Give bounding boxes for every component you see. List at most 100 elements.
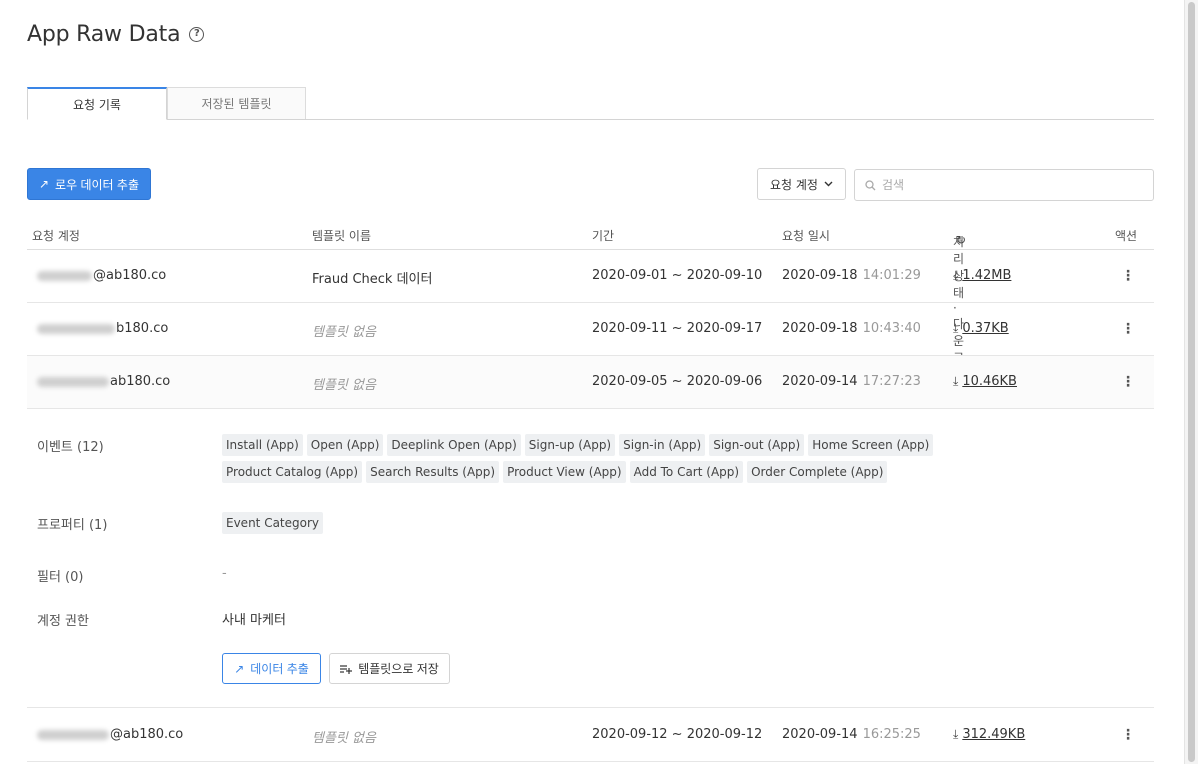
- title-row: App Raw Data ?: [27, 22, 205, 47]
- blurred-account-prefix: [37, 323, 115, 334]
- template-cell: 템플릿 없음: [312, 325, 376, 340]
- tab-request-history[interactable]: 요청 기록: [27, 87, 167, 120]
- download-icon: ⤓: [953, 321, 959, 335]
- account-text: ab180.co: [110, 374, 171, 389]
- requested-at-cell: 2020-09-18 10:43:40: [782, 321, 921, 336]
- playlist-add-icon: [340, 664, 353, 674]
- header-template: 템플릿 이름: [312, 229, 372, 243]
- save-as-template-label: 템플릿으로 저장: [358, 662, 439, 676]
- table-row-expanded[interactable]: ab180.co 템플릿 없음 2020-09-05 ~ 2020-09-06 …: [27, 356, 1154, 409]
- requested-at-cell: 2020-09-18 14:01:29: [782, 268, 921, 283]
- tab-saved-templates[interactable]: 저장된 템플릿: [167, 87, 306, 119]
- arrow-up-right-icon: ↗: [234, 661, 245, 676]
- blurred-account-prefix: [37, 729, 109, 740]
- events-chip-list: Install (App) Open (App) Deeplink Open (…: [222, 434, 1042, 483]
- arrow-up-right-icon: ↗: [38, 177, 50, 191]
- save-as-template-button[interactable]: 템플릿으로 저장: [329, 653, 450, 684]
- extract-raw-data-label: 로우 데이터 추출: [55, 177, 139, 192]
- period-cell: 2020-09-05 ~ 2020-09-06: [592, 374, 763, 389]
- search-input[interactable]: [882, 178, 1132, 192]
- event-chip: Home Screen (App): [808, 434, 934, 456]
- account-text: b180.co: [116, 321, 169, 336]
- download-link[interactable]: 312.49KB: [962, 727, 1025, 742]
- more-options-icon[interactable]: ⋮: [1121, 321, 1135, 337]
- refresh-icon[interactable]: ↻: [956, 233, 966, 247]
- download-icon: ⤓: [953, 268, 959, 282]
- scrollbar-thumb[interactable]: [1188, 2, 1195, 762]
- filter-label: 필터 (0): [37, 570, 84, 585]
- extract-raw-data-button[interactable]: ↗ 로우 데이터 추출: [27, 168, 151, 200]
- account-cell: @ab180.co: [37, 727, 183, 742]
- page-scrollbar[interactable]: [1184, 0, 1198, 764]
- more-options-icon[interactable]: ⋮: [1121, 268, 1135, 284]
- period-cell: 2020-09-12 ~ 2020-09-12: [592, 727, 763, 742]
- download-cell: ⤓ 10.46KB: [953, 374, 1017, 389]
- template-cell: Fraud Check 데이터: [312, 272, 433, 287]
- account-cell: @ab180.co: [37, 268, 166, 283]
- header-action: 액션: [1115, 229, 1138, 243]
- filter-value: -: [222, 566, 227, 581]
- request-time: 10:43:40: [862, 321, 921, 336]
- table-row[interactable]: b180.co 템플릿 없음 2020-09-11 ~ 2020-09-17 2…: [27, 303, 1154, 356]
- period-cell: 2020-09-01 ~ 2020-09-10: [592, 268, 763, 283]
- period-cell: 2020-09-11 ~ 2020-09-17: [592, 321, 763, 336]
- header-period: 기간: [592, 229, 615, 243]
- help-circle-icon[interactable]: ?: [189, 27, 205, 42]
- event-chip: Product View (App): [503, 461, 626, 483]
- event-chip: Sign-up (App): [524, 434, 616, 456]
- event-chip: Add To Cart (App): [629, 461, 744, 483]
- download-icon: ⤓: [953, 374, 959, 388]
- request-date: 2020-09-14: [782, 727, 858, 742]
- requested-at-cell: 2020-09-14 17:27:23: [782, 374, 921, 389]
- events-label: 이벤트 (12): [37, 440, 104, 455]
- event-chip: Deeplink Open (App): [387, 434, 521, 456]
- download-link[interactable]: 0.37KB: [962, 321, 1008, 336]
- event-chip: Search Results (App): [366, 461, 500, 483]
- download-cell: ⤓ 312.49KB: [953, 727, 1025, 742]
- request-time: 14:01:29: [862, 268, 921, 283]
- header-account: 요청 계정: [32, 229, 80, 243]
- requested-at-cell: 2020-09-14 16:25:25: [782, 727, 921, 742]
- download-cell: ⤓ 1.42MB: [953, 268, 1011, 283]
- permission-value: 사내 마케터: [222, 613, 286, 628]
- event-chip: Product Catalog (App): [222, 461, 363, 483]
- download-icon: ⤓: [953, 727, 959, 741]
- extract-data-label: 데이터 추출: [250, 662, 309, 676]
- request-date: 2020-09-18: [782, 268, 858, 283]
- blurred-account-prefix: [37, 270, 92, 281]
- more-options-icon[interactable]: ⋮: [1121, 727, 1135, 743]
- template-cell: 템플릿 없음: [312, 731, 376, 746]
- extract-data-button[interactable]: ↗ 데이터 추출: [222, 653, 321, 684]
- account-cell: ab180.co: [37, 374, 170, 389]
- table-row[interactable]: @ab180.co 템플릿 없음 2020-09-12 ~ 2020-09-12…: [27, 709, 1154, 762]
- search-box[interactable]: [854, 169, 1154, 201]
- request-time: 16:25:25: [862, 727, 921, 742]
- download-link[interactable]: 10.46KB: [962, 374, 1017, 389]
- download-cell: ⤓ 0.37KB: [953, 321, 1009, 336]
- blurred-account-prefix: [37, 376, 109, 387]
- header-requested-at: 요청 일시: [782, 229, 830, 243]
- table-row[interactable]: @ab180.co Fraud Check 데이터 2020-09-01 ~ 2…: [27, 250, 1154, 303]
- more-options-icon[interactable]: ⋮: [1121, 374, 1135, 390]
- tab-bar: 요청 기록 저장된 템플릿: [27, 87, 1154, 120]
- event-chip: Sign-in (App): [619, 434, 706, 456]
- search-icon: [865, 179, 876, 190]
- event-chip: Order Complete (App): [747, 461, 888, 483]
- row-detail-panel: 이벤트 (12) Install (App) Open (App) Deepli…: [27, 409, 1154, 708]
- page-title: App Raw Data: [27, 22, 181, 47]
- request-date: 2020-09-14: [782, 374, 858, 389]
- template-cell: 템플릿 없음: [312, 378, 376, 393]
- table-header: 요청 계정 템플릿 이름 기간 요청 일시 처리상태·다운로드↻ 액션: [27, 221, 1154, 382]
- account-filter-dropdown[interactable]: 요청 계정: [757, 168, 846, 200]
- property-chip: Event Category: [222, 512, 324, 534]
- account-text: @ab180.co: [110, 727, 184, 742]
- properties-chip-list: Event Category: [222, 512, 1042, 534]
- download-link[interactable]: 1.42MB: [962, 268, 1011, 283]
- account-filter-label: 요청 계정: [770, 177, 818, 192]
- event-chip: Install (App): [222, 434, 303, 456]
- account-text: @ab180.co: [93, 268, 167, 283]
- request-time: 17:27:23: [862, 374, 921, 389]
- event-chip: Sign-out (App): [709, 434, 805, 456]
- permission-label: 계정 권한: [37, 614, 89, 629]
- properties-label: 프로퍼티 (1): [37, 518, 108, 533]
